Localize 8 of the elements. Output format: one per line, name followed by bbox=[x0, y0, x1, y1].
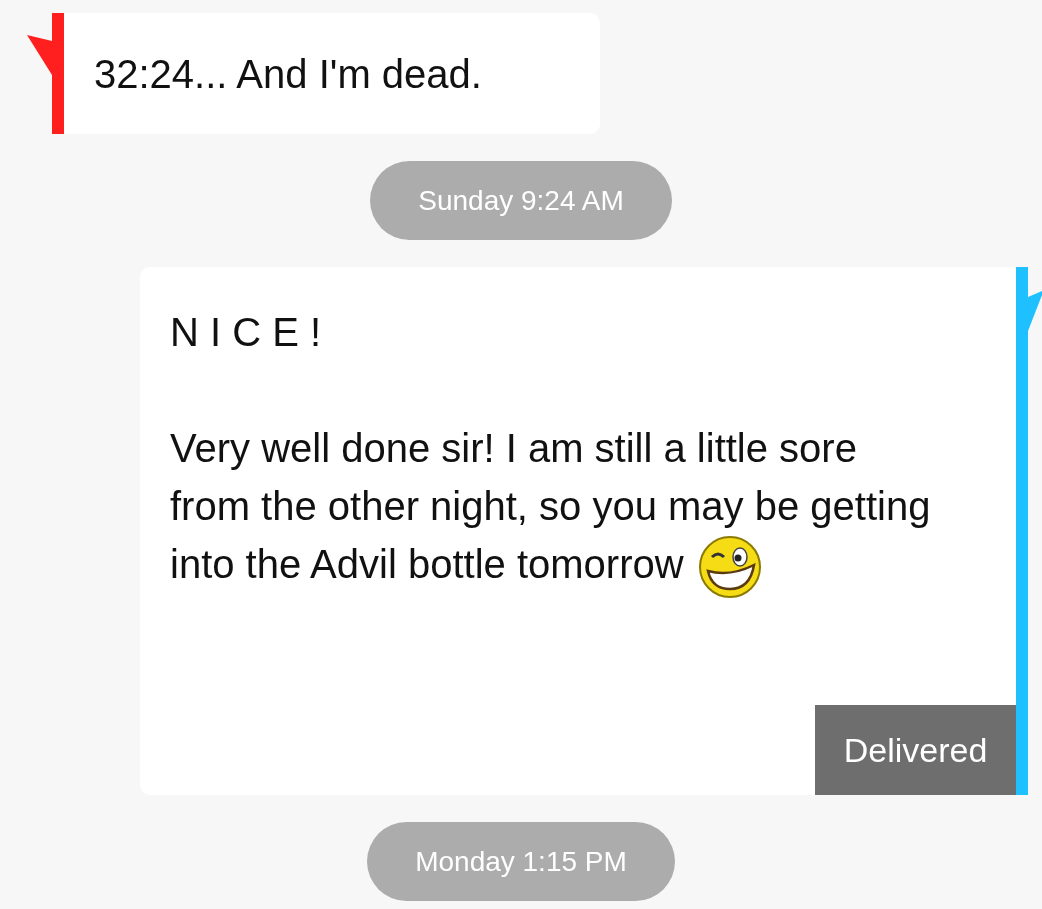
timestamp-pill: Monday 1:15 PM bbox=[367, 822, 675, 901]
message-text: 32:24... And I'm dead. bbox=[94, 51, 482, 96]
bubble-tail bbox=[27, 35, 52, 75]
delivery-status: Delivered bbox=[815, 705, 1016, 795]
timestamp-pill: Sunday 9:24 AM bbox=[370, 161, 672, 240]
message-text: N I C E ! bbox=[170, 310, 322, 354]
bubble-tail bbox=[1028, 291, 1042, 331]
message-text: Very well done sir! I am still a little sore from the other night, so you may be getting into the Advil bottle tomorrow bbox=[170, 426, 931, 586]
